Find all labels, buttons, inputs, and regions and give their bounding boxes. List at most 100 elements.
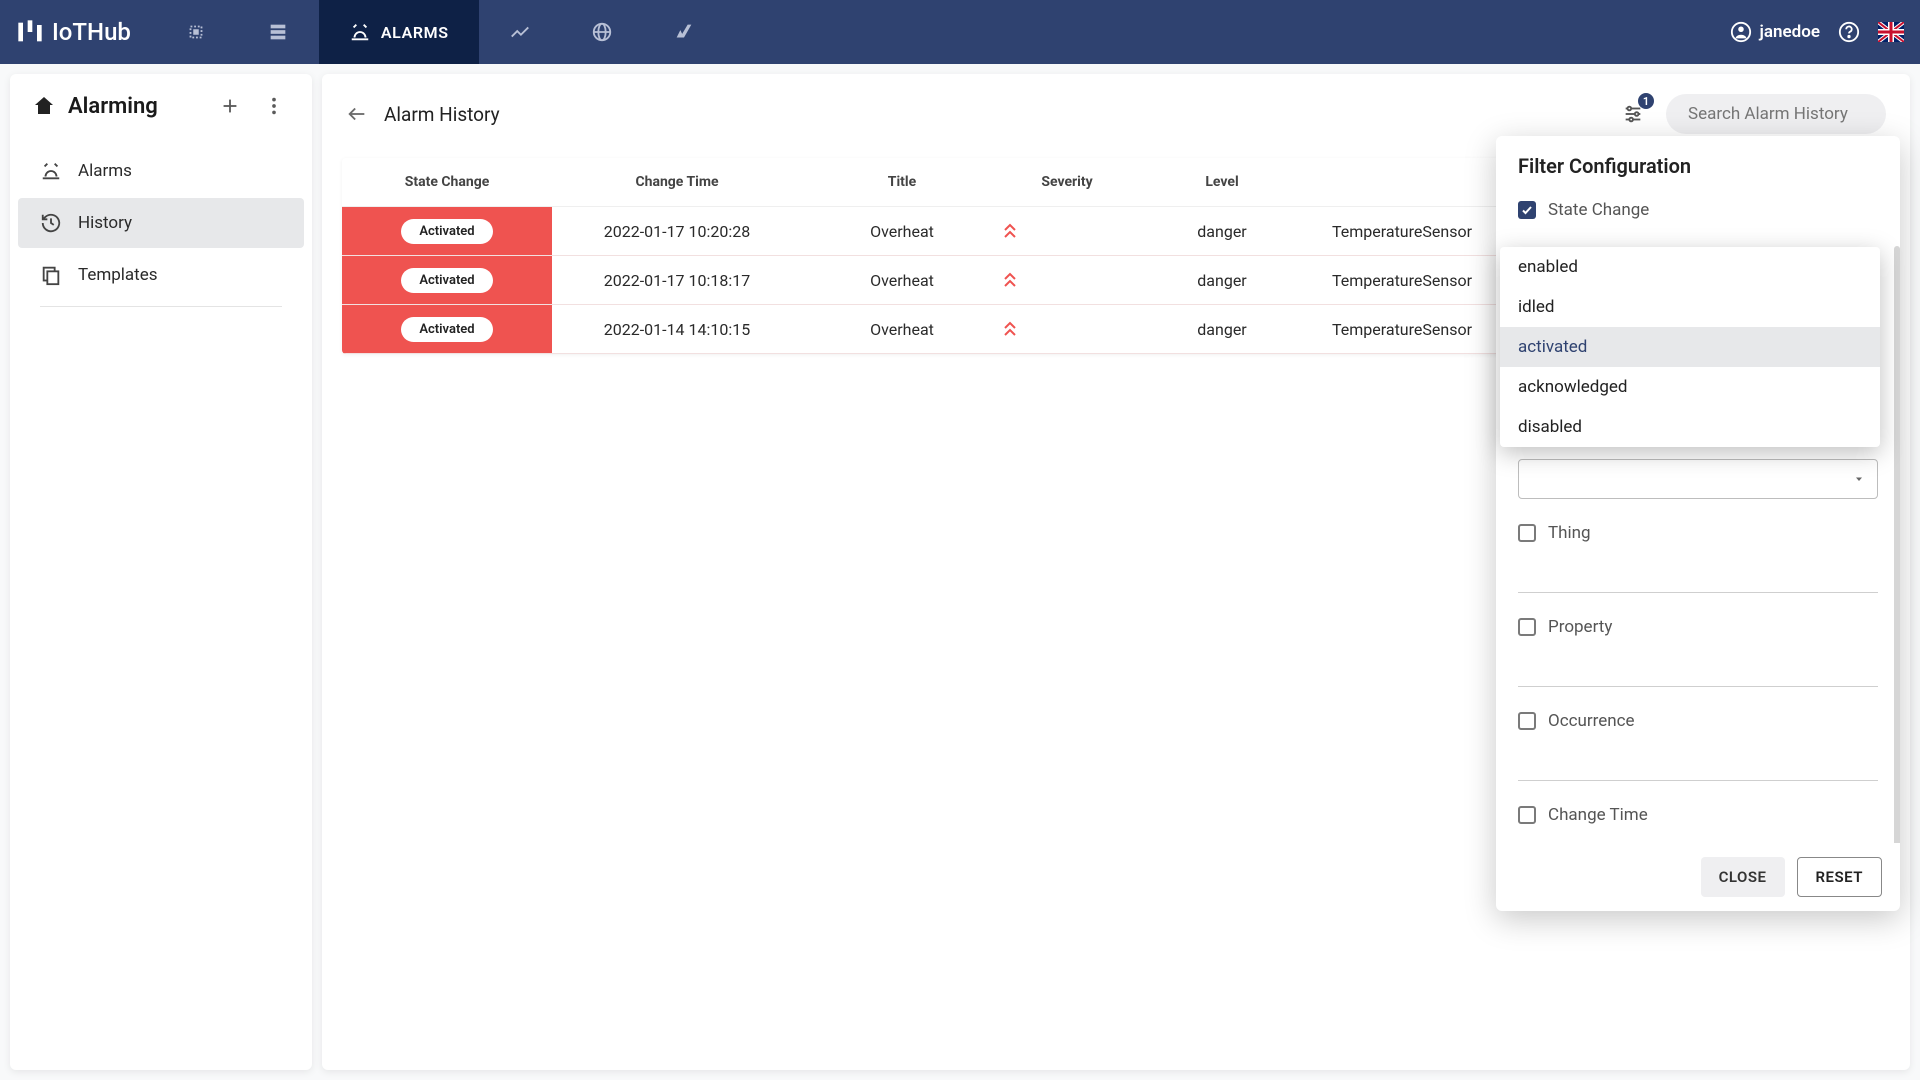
sidebar-title: Alarming (68, 94, 202, 119)
home-icon (32, 94, 56, 118)
nav-item-alarms[interactable]: ALARMS (319, 0, 479, 64)
filter-label-occurrence: Occurrence (1548, 711, 1635, 731)
brand-text: IoTHub (52, 18, 131, 46)
filter-row-property: Property (1518, 607, 1878, 647)
dropdown-item-acknowledged[interactable]: acknowledged (1500, 367, 1880, 407)
sidebar-divider (40, 306, 282, 307)
page-title: Alarm History (384, 103, 1600, 126)
sidebar-item-label: Templates (78, 265, 158, 285)
sidebar-item-label: History (78, 213, 132, 233)
add-button[interactable] (214, 90, 246, 122)
brand-logo-icon (16, 18, 44, 46)
checkbox-thing[interactable] (1518, 524, 1536, 542)
cell-title: Overheat (802, 305, 1002, 354)
select-severity[interactable] (1518, 459, 1878, 499)
sidebar-item-history[interactable]: History (18, 198, 304, 248)
search-input[interactable] (1666, 94, 1886, 134)
sidebar-header: Alarming (10, 74, 312, 138)
sidebar-item-label: Alarms (78, 161, 132, 181)
sidebar-item-alarms[interactable]: Alarms (18, 146, 304, 196)
dropdown-item-idled[interactable]: idled (1500, 287, 1880, 327)
arrow-left-icon (346, 103, 368, 125)
input-thing[interactable] (1518, 557, 1878, 593)
help-icon[interactable] (1838, 21, 1860, 43)
checkbox-state-change[interactable] (1518, 201, 1536, 219)
filter-row-change-time: Change Time (1518, 795, 1878, 835)
back-button[interactable] (346, 103, 368, 125)
user-area: janedoe (1730, 21, 1904, 43)
more-vert-icon (263, 95, 285, 117)
filter-label-thing: Thing (1548, 523, 1591, 543)
cell-state: Activated (342, 305, 552, 354)
nav-item-data[interactable] (237, 0, 319, 64)
username: janedoe (1760, 22, 1820, 42)
state-chip: Activated (401, 219, 492, 244)
timeline-icon (509, 21, 531, 43)
nav-item-analytics[interactable] (643, 0, 725, 64)
filter-badge: 1 (1638, 93, 1654, 109)
more-button[interactable] (258, 90, 290, 122)
cell-severity (1002, 305, 1132, 354)
alarm-icon (40, 160, 62, 182)
dropdown-item-disabled[interactable]: disabled (1500, 407, 1880, 447)
filter-footer: Close Reset (1496, 843, 1900, 911)
cell-time: 2022-01-17 10:18:17 (552, 256, 802, 305)
col-level[interactable]: Level (1132, 158, 1312, 207)
dropdown-item-activated[interactable]: activated (1500, 327, 1880, 367)
alarm-icon (349, 21, 371, 43)
reset-button[interactable]: Reset (1797, 857, 1882, 897)
severity-high-icon (1002, 320, 1018, 338)
cell-state: Activated (342, 207, 552, 256)
close-button[interactable]: Close (1701, 857, 1785, 897)
templates-icon (40, 264, 62, 286)
col-severity[interactable]: Severity (1002, 158, 1132, 207)
check-icon (1521, 204, 1533, 216)
sidebar: Alarming Alarms History (10, 74, 312, 1070)
filter-row-state-change: State Change (1518, 190, 1878, 230)
filter-label-state-change: State Change (1548, 200, 1649, 220)
cell-time: 2022-01-17 10:20:28 (552, 207, 802, 256)
filter-panel-title: Filter Configuration (1496, 136, 1900, 186)
cell-state: Activated (342, 256, 552, 305)
checkbox-property[interactable] (1518, 618, 1536, 636)
flag-uk-icon[interactable] (1878, 22, 1904, 42)
brand[interactable]: IoTHub (16, 18, 131, 46)
state-change-dropdown: enabledidledactivatedacknowledgeddisable… (1500, 247, 1880, 447)
cell-level: danger (1132, 207, 1312, 256)
nav-item-globe[interactable] (561, 0, 643, 64)
col-state-change[interactable]: State Change (342, 158, 552, 207)
storage-icon (267, 21, 289, 43)
chip-icon (185, 21, 207, 43)
globe-icon (591, 21, 613, 43)
sidebar-item-templates[interactable]: Templates (18, 250, 304, 300)
state-chip: Activated (401, 317, 492, 342)
state-chip: Activated (401, 268, 492, 293)
dropdown-item-enabled[interactable]: enabled (1500, 247, 1880, 287)
severity-high-icon (1002, 271, 1018, 289)
filter-row-thing: Thing (1518, 513, 1878, 553)
input-occurrence[interactable] (1518, 745, 1878, 781)
chevron-down-icon (1853, 473, 1865, 485)
cell-title: Overheat (802, 256, 1002, 305)
nav-item-devices[interactable] (155, 0, 237, 64)
filter-row-occurrence: Occurrence (1518, 701, 1878, 741)
col-title[interactable]: Title (802, 158, 1002, 207)
cell-title: Overheat (802, 207, 1002, 256)
cell-severity (1002, 207, 1132, 256)
filter-button[interactable]: 1 (1616, 97, 1650, 131)
severity-high-icon (1002, 222, 1018, 240)
history-icon (40, 212, 62, 234)
checkbox-change-time[interactable] (1518, 806, 1536, 824)
nav-label-alarms: ALARMS (381, 23, 449, 42)
checkbox-occurrence[interactable] (1518, 712, 1536, 730)
col-change-time[interactable]: Change Time (552, 158, 802, 207)
cell-severity (1002, 256, 1132, 305)
filter-label-property: Property (1548, 617, 1612, 637)
user-menu[interactable]: janedoe (1730, 21, 1820, 43)
scrollbar[interactable] (1894, 246, 1900, 843)
analytics-icon (673, 21, 695, 43)
user-icon (1730, 21, 1752, 43)
input-property[interactable] (1518, 651, 1878, 687)
nav-item-charts[interactable] (479, 0, 561, 64)
cell-level: danger (1132, 256, 1312, 305)
